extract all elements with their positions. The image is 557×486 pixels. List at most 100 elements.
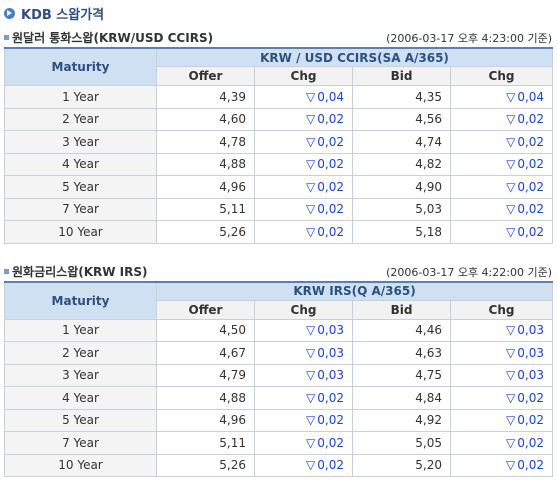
offer-chg-cell: ▽ 0,02 <box>254 130 353 154</box>
table-row: 10 Year 5,26 ▽ 0,02 5,18 ▽ 0,02 <box>4 220 554 244</box>
maturity-cell: 3 Year <box>4 363 157 387</box>
offer-cell: 5,11 <box>156 431 255 455</box>
down-triangle-icon: ▽ <box>306 157 316 172</box>
irs-section-header: 원화금리스왑(KRW IRS) (2006-03-17 오후 4:22:00 기… <box>4 260 552 281</box>
bid-header: Bid <box>352 66 451 86</box>
bid-chg-cell: ▽ 0,02 <box>449 107 554 131</box>
irs-table: Maturity KRW IRS(Q A/365) Offer Chg Bid … <box>4 280 553 478</box>
down-triangle-icon: ▽ <box>506 134 516 149</box>
down-triangle-icon: ▽ <box>306 345 316 360</box>
offer-header: Offer <box>156 299 255 320</box>
offer-header: Offer <box>156 66 255 86</box>
maturity-cell: 5 Year <box>4 408 157 432</box>
offer-chg-cell: ▽ 0,02 <box>254 220 353 244</box>
offer-chg-cell: ▽ 0,02 <box>254 152 353 176</box>
down-triangle-icon: ▽ <box>306 179 316 194</box>
irs-section: 원화금리스왑(KRW IRS) (2006-03-17 오후 4:22:00 기… <box>0 260 553 478</box>
down-triangle-icon: ▽ <box>506 202 516 217</box>
arrow-circle-icon <box>4 7 15 19</box>
square-bullet-icon <box>4 268 9 274</box>
down-triangle-icon: ▽ <box>306 224 316 239</box>
table-row: 3 Year 4,79 ▽ 0,03 4,75 ▽ 0,03 <box>4 363 553 387</box>
offer-cell: 4,39 <box>156 85 255 109</box>
bid-chg-cell: ▽ 0,02 <box>449 175 554 199</box>
square-bullet-icon <box>4 35 9 40</box>
offer-cell: 5,11 <box>156 197 255 221</box>
down-triangle-icon: ▽ <box>306 202 316 217</box>
irs-group-header: KRW IRS(Q A/365) <box>156 281 553 301</box>
ccirs-table: Maturity KRW / USD CCIRS(SA A/365) Offer… <box>4 47 554 244</box>
offer-cell: 5,26 <box>156 453 255 477</box>
bid-chg-cell: ▽ 0,02 <box>450 408 553 432</box>
down-triangle-icon: ▽ <box>506 413 516 428</box>
offer-chg-cell: ▽ 0,02 <box>254 386 353 410</box>
bid-cell: 4,74 <box>352 130 451 154</box>
table-row: 1 Year 4,50 ▽ 0,03 4,46 ▽ 0,03 <box>4 318 553 342</box>
maturity-cell: 7 Year <box>4 197 157 221</box>
down-triangle-icon: ▽ <box>506 435 516 450</box>
offer-cell: 4,88 <box>156 152 255 176</box>
offer-chg-cell: ▽ 0,02 <box>254 453 353 477</box>
bid-chg-cell: ▽ 0,04 <box>449 85 554 109</box>
maturity-cell: 2 Year <box>4 107 157 131</box>
page-header: KDB 스왑가격 <box>0 0 557 26</box>
maturity-cell: 1 Year <box>4 318 157 342</box>
bid-chg-cell: ▽ 0,02 <box>450 453 553 477</box>
ccirs-group-header: KRW / USD CCIRS(SA A/365) <box>155 47 554 67</box>
offer-cell: 4,96 <box>156 175 255 199</box>
down-triangle-icon: ▽ <box>306 413 316 428</box>
down-triangle-icon: ▽ <box>506 368 516 383</box>
bid-chg-cell: ▽ 0,02 <box>449 152 554 176</box>
down-triangle-icon: ▽ <box>506 112 516 127</box>
bid-chg-cell: ▽ 0,02 <box>450 386 553 410</box>
bid-cell: 5,05 <box>352 431 451 455</box>
down-triangle-icon: ▽ <box>506 89 516 104</box>
page-title: KDB 스왑가격 <box>21 7 105 23</box>
table-row: 3 Year 4,78 ▽ 0,02 4,74 ▽ 0,02 <box>4 130 554 154</box>
bid-cell: 5,03 <box>352 197 451 221</box>
table-row: 2 Year 4,60 ▽ 0,02 4,56 ▽ 0,02 <box>4 107 554 131</box>
down-triangle-icon: ▽ <box>306 458 316 473</box>
bid-cell: 5,18 <box>352 220 451 244</box>
maturity-cell: 10 Year <box>4 453 157 477</box>
table-row: 2 Year 4,67 ▽ 0,03 4,63 ▽ 0,03 <box>4 341 553 365</box>
offer-chg-cell: ▽ 0,03 <box>254 363 353 387</box>
bid-cell: 4,35 <box>352 85 451 109</box>
bid-chg-cell: ▽ 0,03 <box>450 341 553 365</box>
offer-chg-cell: ▽ 0,02 <box>254 431 353 455</box>
down-triangle-icon: ▽ <box>506 323 516 338</box>
bid-cell: 4,46 <box>352 318 451 342</box>
down-triangle-icon: ▽ <box>306 112 316 127</box>
bid-chg-cell: ▽ 0,02 <box>449 130 554 154</box>
offer-cell: 4,67 <box>156 341 255 365</box>
bid-cell: 4,56 <box>352 107 451 131</box>
down-triangle-icon: ▽ <box>306 323 316 338</box>
maturity-cell: 10 Year <box>4 220 157 244</box>
offer-cell: 4,78 <box>156 130 255 154</box>
down-triangle-icon: ▽ <box>306 134 316 149</box>
bid-chg-cell: ▽ 0,02 <box>449 197 554 221</box>
maturity-cell: 2 Year <box>4 341 157 365</box>
down-triangle-icon: ▽ <box>506 179 516 194</box>
bid-chg-cell: ▽ 0,03 <box>450 363 553 387</box>
down-triangle-icon: ▽ <box>306 368 316 383</box>
down-triangle-icon: ▽ <box>506 345 516 360</box>
offer-cell: 4,88 <box>156 386 255 410</box>
table-row: 5 Year 4,96 ▽ 0,02 4,92 ▽ 0,02 <box>4 408 553 432</box>
bid-chg-cell: ▽ 0,02 <box>449 220 554 244</box>
ccirs-section: 원달러 통화스왑(KRW/USD CCIRS) (2006-03-17 오후 4… <box>0 26 554 244</box>
bid-cell: 4,75 <box>352 363 451 387</box>
offer-chg-cell: ▽ 0,02 <box>254 175 353 199</box>
maturity-cell: 3 Year <box>4 130 157 154</box>
offer-chg-header: Chg <box>254 299 353 320</box>
table-row: 10 Year 5,26 ▽ 0,02 5,20 ▽ 0,02 <box>4 453 553 477</box>
offer-cell: 4,79 <box>156 363 255 387</box>
irs-timestamp: (2006-03-17 오후 4:22:00 기준) <box>386 265 552 279</box>
maturity-cell: 1 Year <box>4 85 157 109</box>
bid-cell: 4,63 <box>352 341 451 365</box>
offer-chg-cell: ▽ 0,02 <box>254 197 353 221</box>
table-row: 7 Year 5,11 ▽ 0,02 5,03 ▽ 0,02 <box>4 197 554 221</box>
table-row: 1 Year 4,39 ▽ 0,04 4,35 ▽ 0,04 <box>4 85 554 109</box>
maturity-cell: 7 Year <box>4 431 157 455</box>
offer-cell: 4,50 <box>156 318 255 342</box>
